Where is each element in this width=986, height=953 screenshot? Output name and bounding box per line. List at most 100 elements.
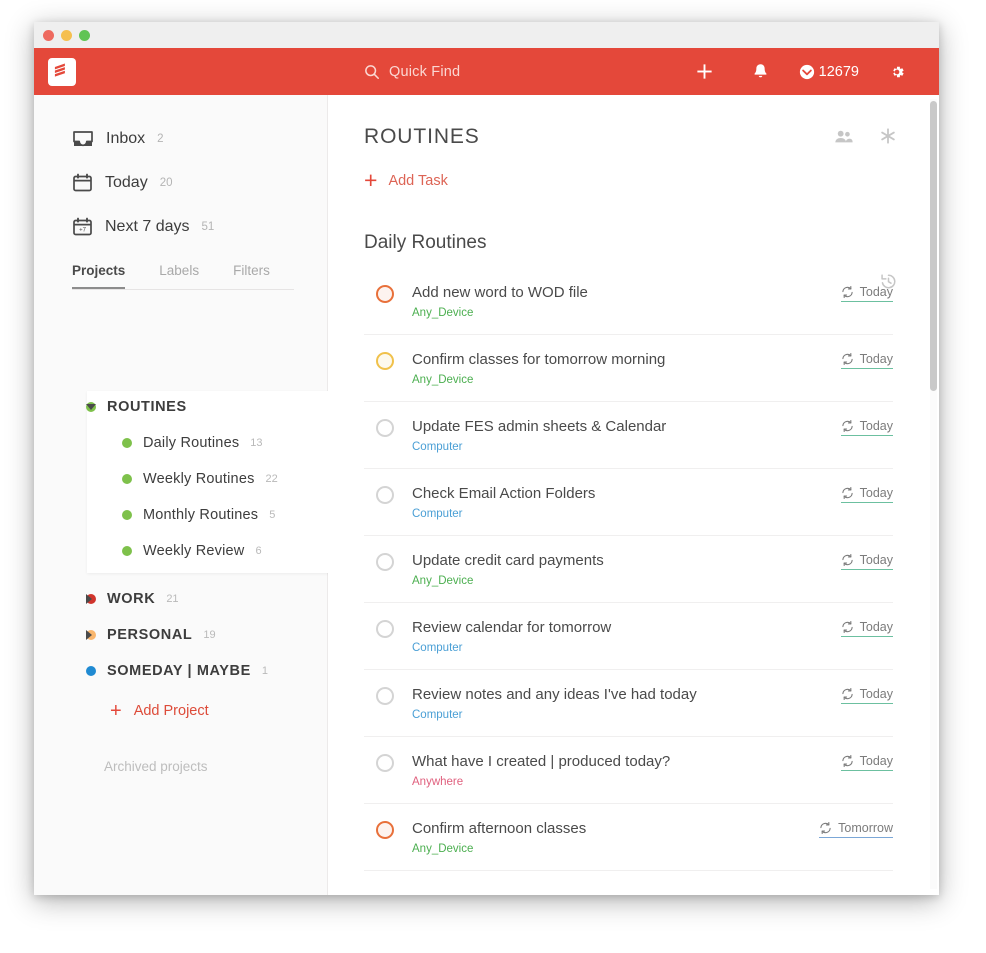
people-icon[interactable] — [834, 129, 853, 144]
chevron-right-icon[interactable] — [86, 594, 92, 604]
task-title: Review notes and any ideas I've had toda… — [412, 686, 697, 703]
task-due-date[interactable]: Tomorrow — [819, 821, 893, 838]
project-row-personal[interactable]: PERSONAL 19 — [34, 617, 328, 653]
task-row[interactable]: Confirm afternoon classes Any_Device Tom… — [364, 804, 893, 871]
task-row[interactable]: Check Email Action Folders Computer Toda… — [364, 469, 893, 536]
task-row[interactable]: What have I created | produced today? An… — [364, 737, 893, 804]
project-row-weekly-routines[interactable]: Weekly Routines 22 — [34, 461, 328, 497]
recurring-icon — [841, 487, 854, 499]
project-label: Weekly Routines — [143, 471, 255, 487]
project-row-routines[interactable]: ROUTINES — [34, 389, 328, 425]
gear-icon[interactable] — [869, 48, 925, 95]
sidebar-item-inbox[interactable]: Inbox 2 — [34, 117, 327, 161]
project-row-someday-maybe[interactable]: SOMEDAY | MAYBE 1 — [34, 653, 328, 689]
task-checkbox[interactable] — [376, 352, 394, 370]
task-row[interactable]: Update credit card payments Any_Device T… — [364, 536, 893, 603]
recurring-icon — [841, 554, 854, 566]
task-due-label: Today — [859, 486, 893, 500]
project-row-monthly-routines[interactable]: Monthly Routines 5 — [34, 497, 328, 533]
add-task-label: Add Task — [388, 172, 448, 189]
project-row-work[interactable]: WORK 21 — [34, 581, 328, 617]
project-color-dot — [122, 438, 132, 448]
bell-icon[interactable] — [733, 48, 789, 95]
task-row[interactable]: Add new word to WOD file Any_Device Toda… — [364, 268, 893, 335]
quick-find[interactable]: Quick Find — [364, 48, 460, 95]
tab-labels[interactable]: Labels — [159, 263, 199, 289]
scrollbar-thumb[interactable] — [930, 101, 937, 391]
task-checkbox[interactable] — [376, 620, 394, 638]
task-row[interactable]: Confirm classes for tomorrow morning Any… — [364, 335, 893, 402]
sidebar-item-count: 51 — [201, 221, 215, 233]
task-checkbox[interactable] — [376, 687, 394, 705]
recurring-icon — [841, 688, 854, 700]
task-label: Computer — [412, 508, 463, 520]
sidebar-item-today[interactable]: Today 20 — [34, 161, 327, 205]
project-color-dot — [122, 474, 132, 484]
project-header-actions — [834, 127, 897, 145]
task-checkbox[interactable] — [376, 754, 394, 772]
chevron-right-icon[interactable] — [86, 630, 92, 640]
project-count: 6 — [255, 545, 262, 557]
add-project-button[interactable]: + Add Project — [34, 693, 328, 729]
minimize-button[interactable] — [61, 29, 72, 41]
project-color-dot — [122, 510, 132, 520]
task-due-date[interactable]: Today — [840, 352, 893, 369]
project-color-dot — [86, 666, 96, 676]
project-label: Weekly Review — [143, 543, 245, 559]
archived-projects-link[interactable]: Archived projects — [34, 759, 328, 774]
sidebar: Inbox 2 Today 20 +7 Next 7 days 51 Proje… — [34, 95, 340, 895]
task-due-date[interactable]: Today — [840, 285, 893, 302]
task-due-date[interactable]: Today — [840, 687, 893, 704]
task-checkbox[interactable] — [376, 486, 394, 504]
project-list: ROUTINES Daily Routines 13 Weekly Routin… — [34, 389, 328, 774]
task-checkbox[interactable] — [376, 285, 394, 303]
project-count: 5 — [269, 509, 276, 521]
quick-find-label: Quick Find — [389, 63, 461, 80]
main-content: ROUTINES + Add Task Daily Routines Add n… — [328, 95, 939, 895]
project-count: 21 — [166, 593, 179, 605]
close-button[interactable] — [43, 29, 54, 41]
karma-points: 12679 — [818, 63, 859, 80]
task-due-date[interactable]: Today — [840, 553, 893, 570]
project-row-weekly-review[interactable]: Weekly Review 6 — [34, 533, 328, 569]
sidebar-item-count: 20 — [159, 177, 173, 189]
project-row-daily-routines[interactable]: Daily Routines 13 — [34, 425, 328, 461]
todoist-logo-icon[interactable] — [48, 57, 76, 86]
add-project-label: Add Project — [133, 703, 209, 719]
task-checkbox[interactable] — [376, 419, 394, 437]
task-due-label: Today — [859, 285, 893, 299]
add-task-plus-icon[interactable] — [677, 48, 733, 95]
task-label: Computer — [412, 441, 463, 453]
task-checkbox[interactable] — [376, 821, 394, 839]
app-window: Quick Find 12679 Inbox 2 Today 20 +7 Nex… — [34, 22, 939, 895]
project-label: Daily Routines — [143, 435, 240, 451]
task-due-label: Today — [859, 754, 893, 768]
add-task-button[interactable]: + Add Task — [364, 169, 893, 192]
task-row[interactable]: Review calendar for tomorrow Computer To… — [364, 603, 893, 670]
tab-projects[interactable]: Projects — [72, 263, 126, 289]
chevron-down-icon[interactable] — [86, 404, 96, 410]
sidebar-item-count: 2 — [157, 133, 164, 145]
zoom-button[interactable] — [79, 29, 90, 41]
task-due-date[interactable]: Today — [840, 486, 893, 503]
task-checkbox[interactable] — [376, 553, 394, 571]
task-due-date[interactable]: Today — [840, 754, 893, 771]
inbox-icon — [72, 129, 94, 149]
plus-icon: + — [364, 167, 378, 193]
task-label: Any_Device — [412, 843, 474, 855]
task-due-label: Today — [859, 553, 893, 567]
task-label: Computer — [412, 709, 463, 721]
task-due-date[interactable]: Today — [840, 419, 893, 436]
calendar-7-icon: +7 — [72, 217, 93, 237]
task-due-date[interactable]: Today — [840, 620, 893, 637]
karma-badge[interactable]: 12679 — [789, 48, 869, 95]
sidebar-item-next-7-days[interactable]: +7 Next 7 days 51 — [34, 205, 327, 249]
tab-filters[interactable]: Filters — [233, 263, 270, 289]
app-topbar: Quick Find 12679 — [34, 48, 939, 95]
sparkle-icon[interactable] — [879, 127, 897, 145]
task-row[interactable]: Update FES admin sheets & Calendar Compu… — [364, 402, 893, 469]
task-label: Any_Device — [412, 307, 474, 319]
project-count: 22 — [265, 473, 278, 485]
recurring-icon — [841, 621, 854, 633]
task-row[interactable]: Review notes and any ideas I've had toda… — [364, 670, 893, 737]
